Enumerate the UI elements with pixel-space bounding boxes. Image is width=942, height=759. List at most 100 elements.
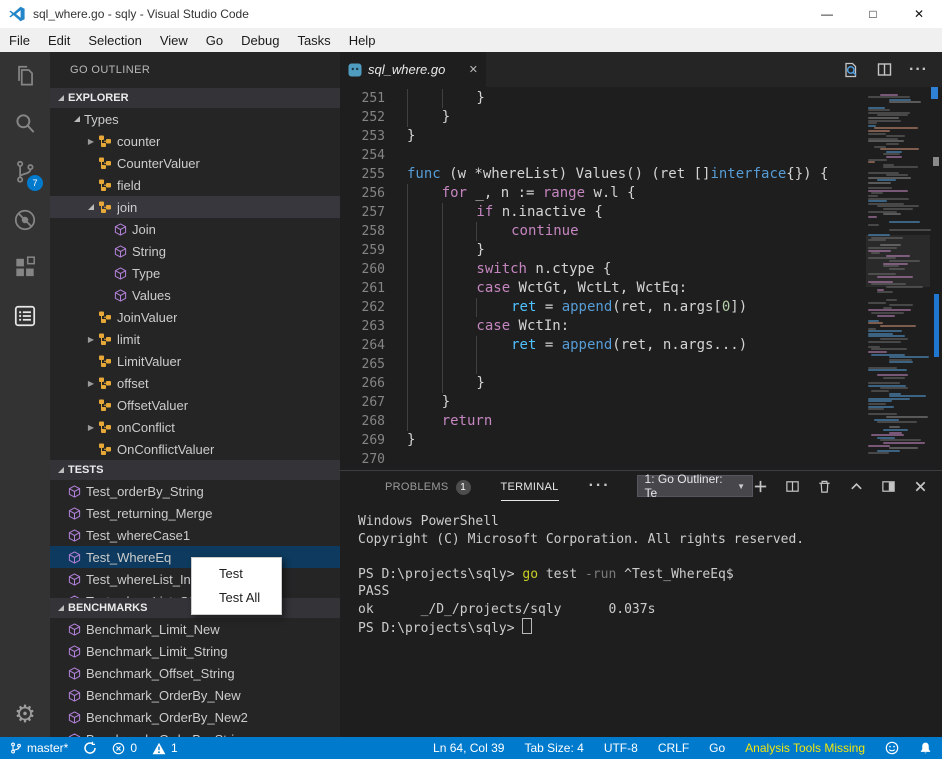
minimize-button[interactable]: — (804, 0, 850, 28)
language-mode[interactable]: Go (709, 741, 725, 755)
code-line[interactable]: 268 return (340, 412, 864, 431)
debug-disabled-icon[interactable] (0, 196, 50, 244)
maximize-button[interactable]: □ (850, 0, 896, 28)
tree-item-limitvaluer[interactable]: LimitValuer (50, 350, 340, 372)
tree-item-offset[interactable]: ▶ offset (50, 372, 340, 394)
code-line[interactable]: 257 if n.inactive { (340, 203, 864, 222)
close-panel-icon[interactable] (913, 479, 928, 494)
tree-item-types[interactable]: Types (50, 108, 340, 130)
code-line[interactable]: 255 func (w *whereList) Values() (ret []i… (340, 165, 864, 184)
tree-item-join[interactable]: Join (50, 218, 340, 240)
tab-sql-where-go[interactable]: sql_where.go ✕ (340, 52, 486, 87)
eol-sequence[interactable]: CRLF (658, 741, 689, 755)
twistie-icon[interactable]: ▶ (84, 137, 98, 146)
twistie-icon[interactable]: ▶ (84, 423, 98, 432)
encoding[interactable]: UTF-8 (604, 741, 638, 755)
menu-item-selection[interactable]: Selection (79, 28, 150, 52)
twistie-icon[interactable]: ▶ (84, 335, 98, 344)
menu-item-go[interactable]: Go (197, 28, 232, 52)
section-header-tests[interactable]: TESTS (50, 460, 340, 480)
twistie-icon[interactable] (70, 116, 84, 122)
extensions-icon[interactable] (0, 244, 50, 292)
maximize-panel-icon[interactable] (849, 479, 864, 494)
code-line[interactable]: 262 ret = append(ret, n.args[0]) (340, 298, 864, 317)
section-header-explorer[interactable]: EXPLORER (50, 88, 340, 108)
tree-item-offsetvaluer[interactable]: OffsetValuer (50, 394, 340, 416)
warnings-item[interactable]: 1 (152, 741, 178, 755)
code-line[interactable]: 260 switch n.ctype { (340, 260, 864, 279)
code-editor[interactable]: 251} 252} 253} 254 255 func (w *whereList) Va… (340, 87, 942, 470)
new-terminal-icon[interactable] (753, 479, 768, 494)
tab-terminal[interactable]: TERMINAL (500, 471, 559, 501)
code-line[interactable]: 265 (340, 355, 864, 374)
errors-item[interactable]: 0 (112, 741, 137, 755)
split-editor-icon[interactable] (876, 61, 893, 78)
tree-item-benchmark_orderby_new2[interactable]: Benchmark_OrderBy_New2 (50, 706, 340, 728)
twistie-icon[interactable]: ▶ (84, 379, 98, 388)
tree-item-join[interactable]: join (50, 196, 340, 218)
tree-item-benchmark_orderby_string[interactable]: Benchmark_OrderBy_String (50, 728, 340, 737)
panel-layout-icon[interactable] (881, 479, 896, 494)
close-tab-icon[interactable]: ✕ (469, 63, 478, 76)
feedback-smiley-icon[interactable] (885, 741, 899, 755)
tree-item-test_wherecase1[interactable]: Test_whereCase1 (50, 524, 340, 546)
cursor-position[interactable]: Ln 64, Col 39 (433, 741, 504, 755)
search-file-icon[interactable] (842, 61, 860, 79)
tree-item-type[interactable]: Type (50, 262, 340, 284)
tree-item-string[interactable]: String (50, 240, 340, 262)
code-line[interactable]: 259} (340, 241, 864, 260)
code-line[interactable]: 261 case WctGt, WctLt, WctEq: (340, 279, 864, 298)
menu-item-view[interactable]: View (151, 28, 197, 52)
code-line[interactable]: 270 (340, 450, 864, 469)
tree-item-countervaluer[interactable]: CounterValuer (50, 152, 340, 174)
context-menu-item-test[interactable]: Test (192, 562, 281, 586)
scrollbar-thumb[interactable] (934, 294, 939, 357)
notifications-bell-icon[interactable] (919, 741, 932, 755)
tree-item-values[interactable]: Values (50, 284, 340, 306)
code-line[interactable]: 251} (340, 89, 864, 108)
git-branch-item[interactable]: master* (10, 741, 68, 755)
tree-item-joinvaluer[interactable]: JoinValuer (50, 306, 340, 328)
code-line[interactable]: 252} (340, 108, 864, 127)
minimap[interactable] (866, 87, 931, 470)
tab-problems[interactable]: PROBLEMS 1 (385, 471, 471, 501)
tree-item-benchmark_orderby_new[interactable]: Benchmark_OrderBy_New (50, 684, 340, 706)
sync-item[interactable] (83, 741, 97, 755)
menu-item-tasks[interactable]: Tasks (288, 28, 339, 52)
terminal-output[interactable]: Windows PowerShell Copyright (C) Microsof… (358, 513, 804, 638)
source-control-icon[interactable]: 7 (0, 148, 50, 196)
terminal-select[interactable]: 1: Go Outliner: Te ▼ (636, 472, 753, 500)
code-line[interactable]: 253} (340, 127, 864, 146)
code-line[interactable]: 266} (340, 374, 864, 393)
menu-item-edit[interactable]: Edit (39, 28, 79, 52)
code-line[interactable]: 256 for _, n := range w.l { (340, 184, 864, 203)
menu-item-file[interactable]: File (0, 28, 39, 52)
go-outliner-icon[interactable] (0, 292, 50, 340)
tree-item-field[interactable]: field (50, 174, 340, 196)
tree-item-onconflictvaluer[interactable]: OnConflictValuer (50, 438, 340, 460)
tree-item-counter[interactable]: ▶ counter (50, 130, 340, 152)
tree-item-test_orderby_string[interactable]: Test_orderBy_String (50, 480, 340, 502)
tree-item-benchmark_limit_new[interactable]: Benchmark_Limit_New (50, 618, 340, 640)
close-button[interactable]: ✕ (896, 0, 942, 28)
split-terminal-icon[interactable] (785, 479, 800, 494)
tab-size[interactable]: Tab Size: 4 (524, 741, 583, 755)
tree-item-test_returning_merge[interactable]: Test_returning_Merge (50, 502, 340, 524)
menu-item-debug[interactable]: Debug (232, 28, 288, 52)
more-actions-icon[interactable]: ··· (909, 61, 928, 79)
tree-item-onconflict[interactable]: ▶ onConflict (50, 416, 340, 438)
code-line[interactable]: 267} (340, 393, 864, 412)
analysis-tools-missing[interactable]: Analysis Tools Missing (745, 741, 865, 755)
menu-item-help[interactable]: Help (340, 28, 385, 52)
settings-gear-icon[interactable]: ⚙ (14, 703, 36, 727)
panel-more-icon[interactable]: ··· (589, 477, 611, 495)
twistie-icon[interactable] (84, 204, 98, 210)
search-icon[interactable] (0, 100, 50, 148)
code-line[interactable]: 269} (340, 431, 864, 450)
tree-item-benchmark_limit_string[interactable]: Benchmark_Limit_String (50, 640, 340, 662)
context-menu-item-test-all[interactable]: Test All (192, 586, 281, 610)
code-line[interactable]: 254 (340, 146, 864, 165)
code-line[interactable]: 258 continue (340, 222, 864, 241)
explorer-icon[interactable] (0, 52, 50, 100)
tree-item-benchmark_offset_string[interactable]: Benchmark_Offset_String (50, 662, 340, 684)
